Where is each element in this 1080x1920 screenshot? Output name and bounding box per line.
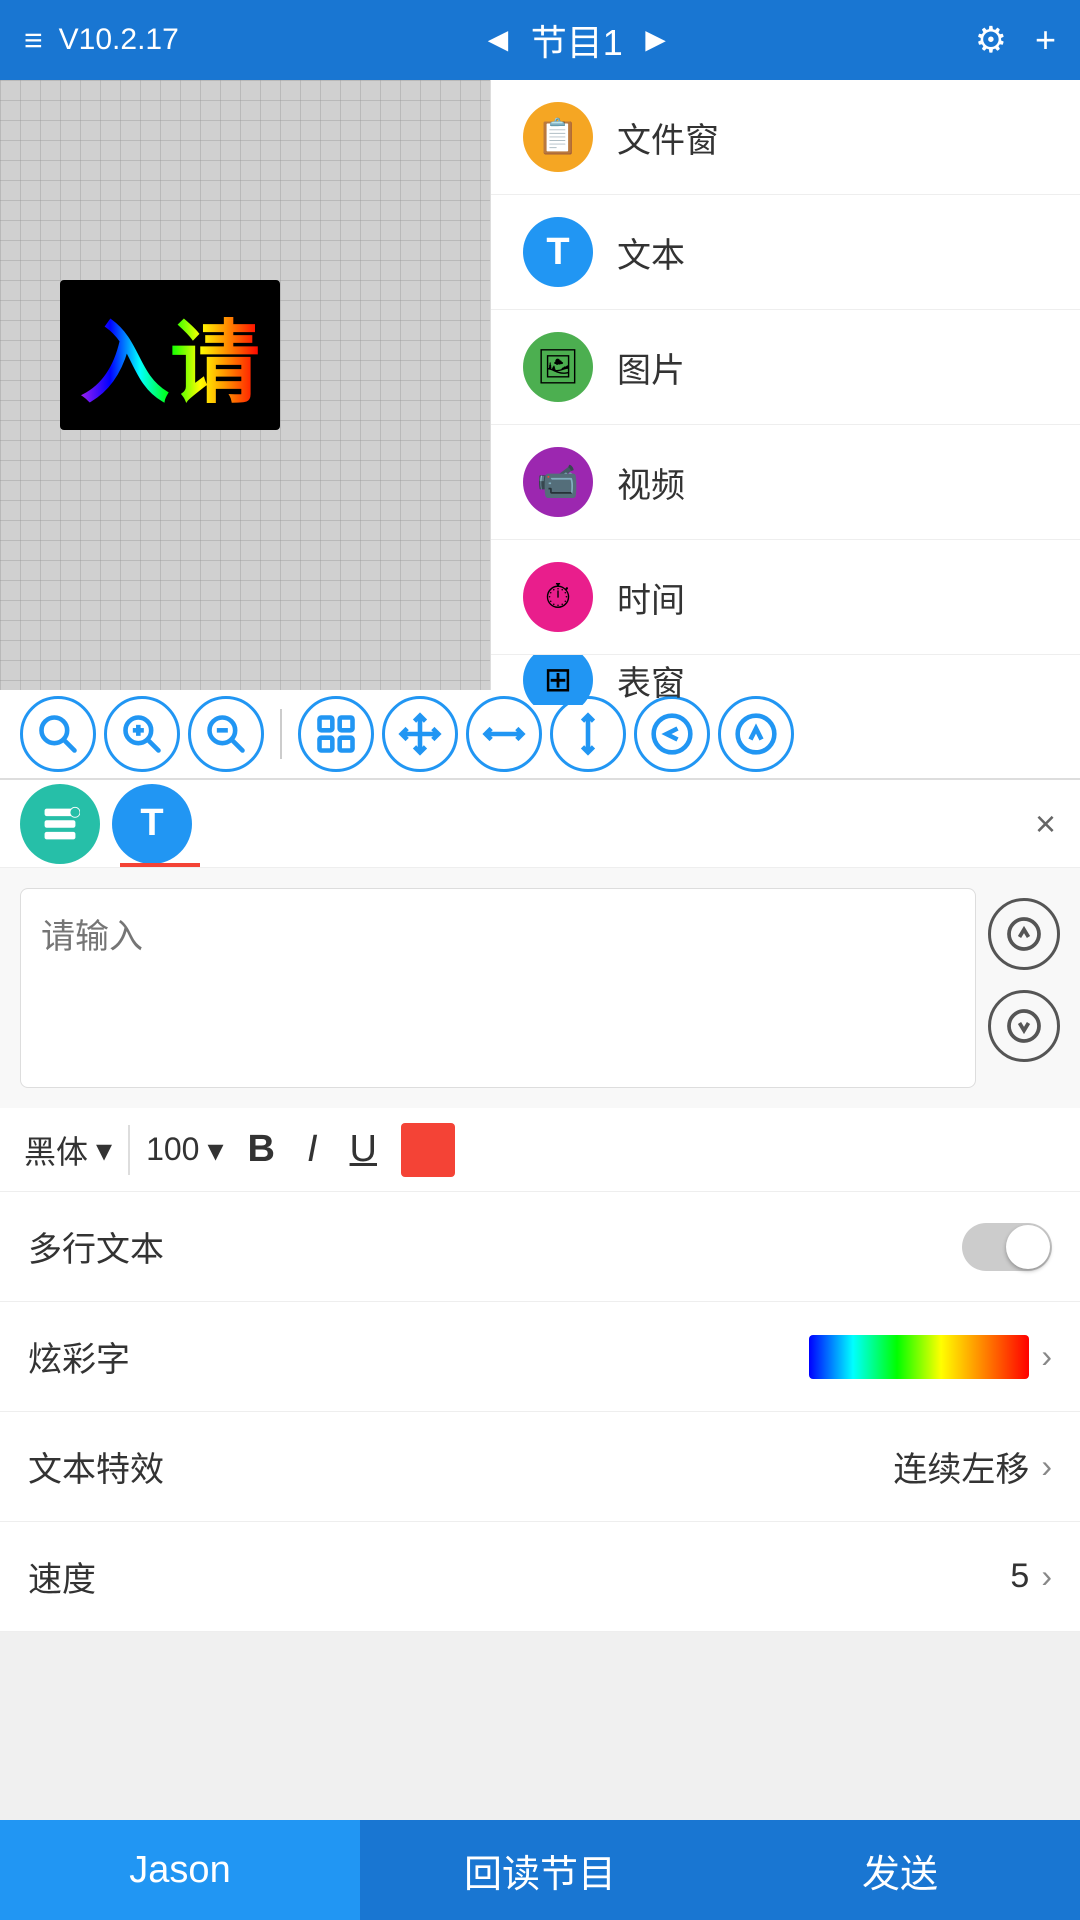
font-family-select[interactable]: 黑体 ▾ bbox=[24, 1127, 112, 1173]
underline-button[interactable]: U bbox=[342, 1128, 385, 1171]
move-horizontal-button[interactable] bbox=[466, 696, 542, 772]
menu-item-image[interactable]: 🖼 图片 bbox=[491, 310, 1080, 425]
rainbow-preview bbox=[809, 1335, 1029, 1379]
font-size-select[interactable]: 100 ▾ bbox=[146, 1131, 223, 1169]
time-menu-icon: ⏱ bbox=[523, 562, 593, 632]
back-button[interactable] bbox=[634, 696, 710, 772]
font-divider-1 bbox=[128, 1125, 130, 1175]
font-size-dropdown-icon: ▾ bbox=[207, 1131, 223, 1169]
scroll-up-button[interactable] bbox=[988, 898, 1060, 970]
font-size-label: 100 bbox=[146, 1131, 199, 1168]
font-family-label: 黑体 bbox=[24, 1127, 88, 1173]
version-label: V10.2.17 bbox=[59, 23, 179, 57]
nav-next-button[interactable]: ► bbox=[639, 21, 673, 60]
file-window-icon: 📋 bbox=[523, 102, 593, 172]
rainbow-chevron-icon: › bbox=[1041, 1338, 1052, 1375]
settings-icon[interactable]: ⚙ bbox=[975, 19, 1007, 61]
menu-item-file-window[interactable]: 📋 文件窗 bbox=[491, 80, 1080, 195]
multiline-label: 多行文本 bbox=[28, 1222, 164, 1271]
italic-button[interactable]: I bbox=[299, 1128, 326, 1171]
right-dropdown-menu: 📋 文件窗 T 文本 🖼 图片 📹 视频 ⏱ 时间 ⊞ 表窗 bbox=[490, 80, 1080, 690]
menu-item-partial[interactable]: ⊞ 表窗 bbox=[491, 655, 1080, 705]
menu-item-video[interactable]: 📹 视频 bbox=[491, 425, 1080, 540]
rainbow-row[interactable]: 炫彩字 › bbox=[0, 1302, 1080, 1412]
app-header: ≡ V10.2.17 ◄ 节目1 ► ⚙ + bbox=[0, 0, 1080, 80]
text-arrows bbox=[988, 888, 1060, 1062]
toolbar-divider-1 bbox=[280, 709, 282, 759]
menu-label-text: 文本 bbox=[617, 228, 685, 277]
tab-underline bbox=[120, 863, 200, 867]
add-icon[interactable]: + bbox=[1035, 19, 1056, 61]
menu-label-video: 视频 bbox=[617, 458, 685, 507]
menu-item-time[interactable]: ⏱ 时间 bbox=[491, 540, 1080, 655]
speed-value: 5 bbox=[1010, 1557, 1029, 1596]
header-left: ≡ V10.2.17 bbox=[24, 22, 179, 59]
bottom-bar: Jason 回读节目 发送 bbox=[0, 1820, 1080, 1920]
up-button[interactable] bbox=[718, 696, 794, 772]
speed-right: 5 › bbox=[1010, 1557, 1052, 1596]
text-input-field[interactable] bbox=[20, 888, 976, 1088]
canvas-area: 入请 📋 文件窗 T 文本 🖼 图片 📹 视频 ⏱ 时间 ⊞ 表窗 bbox=[0, 80, 1080, 690]
menu-label-time: 时间 bbox=[617, 573, 685, 622]
text-preview-box: 入请 bbox=[60, 280, 280, 430]
font-toolbar: 黑体 ▾ 100 ▾ B I U bbox=[0, 1108, 1080, 1192]
header-right: ⚙ + bbox=[975, 19, 1056, 61]
reload-button[interactable]: 回读节目 bbox=[360, 1820, 720, 1920]
menu-label-image: 图片 bbox=[617, 343, 685, 392]
toggle-knob bbox=[1006, 1225, 1050, 1269]
program-title: 节目1 bbox=[531, 14, 623, 66]
image-menu-icon: 🖼 bbox=[523, 332, 593, 402]
hamburger-icon[interactable]: ≡ bbox=[24, 22, 43, 59]
zoom-out-button[interactable] bbox=[188, 696, 264, 772]
jason-label: Jason bbox=[129, 1849, 230, 1892]
rainbow-label: 炫彩字 bbox=[28, 1332, 130, 1381]
tabs-row: T × bbox=[0, 780, 1080, 868]
menu-label-partial: 表窗 bbox=[617, 656, 685, 705]
tab-properties[interactable] bbox=[20, 784, 100, 864]
font-family-dropdown-icon: ▾ bbox=[96, 1131, 112, 1169]
jason-button[interactable]: Jason bbox=[0, 1820, 360, 1920]
text-menu-icon: T bbox=[523, 217, 593, 287]
zoom-in-button[interactable] bbox=[104, 696, 180, 772]
speed-chevron-icon: › bbox=[1041, 1558, 1052, 1595]
settings-section: 多行文本 炫彩字 › 文本特效 连续左移 › 速度 5 › bbox=[0, 1192, 1080, 1632]
grid-canvas[interactable]: 入请 bbox=[0, 80, 490, 690]
menu-label-file-window: 文件窗 bbox=[617, 113, 719, 162]
partial-menu-icon: ⊞ bbox=[523, 655, 593, 705]
preview-text: 入请 bbox=[80, 314, 260, 414]
scroll-down-button[interactable] bbox=[988, 990, 1060, 1062]
rainbow-right: › bbox=[809, 1335, 1052, 1379]
text-input-panel bbox=[0, 868, 1080, 1108]
search-button[interactable] bbox=[20, 696, 96, 772]
speed-label: 速度 bbox=[28, 1552, 96, 1601]
text-effect-label: 文本特效 bbox=[28, 1442, 164, 1491]
text-effect-chevron-icon: › bbox=[1041, 1448, 1052, 1485]
send-button[interactable]: 发送 bbox=[720, 1820, 1080, 1920]
text-effect-right: 连续左移 › bbox=[893, 1442, 1052, 1491]
header-center: ◄ 节目1 ► bbox=[481, 14, 672, 66]
bold-button[interactable]: B bbox=[240, 1128, 283, 1171]
move-all-button[interactable] bbox=[382, 696, 458, 772]
video-menu-icon: 📹 bbox=[523, 447, 593, 517]
text-input-row bbox=[20, 888, 1060, 1088]
grid-button[interactable] bbox=[298, 696, 374, 772]
text-effect-value: 连续左移 bbox=[893, 1442, 1029, 1491]
close-panel-button[interactable]: × bbox=[1035, 803, 1056, 845]
text-effect-row[interactable]: 文本特效 连续左移 › bbox=[0, 1412, 1080, 1522]
speed-row[interactable]: 速度 5 › bbox=[0, 1522, 1080, 1632]
tab-text-icon: T bbox=[140, 802, 163, 845]
move-vertical-button[interactable] bbox=[550, 696, 626, 772]
reload-label: 回读节目 bbox=[464, 1843, 616, 1898]
color-picker-button[interactable] bbox=[401, 1123, 455, 1177]
multiline-toggle[interactable] bbox=[962, 1223, 1052, 1271]
multiline-row: 多行文本 bbox=[0, 1192, 1080, 1302]
nav-prev-button[interactable]: ◄ bbox=[481, 21, 515, 60]
tab-text-edit[interactable]: T bbox=[112, 784, 192, 864]
menu-item-text[interactable]: T 文本 bbox=[491, 195, 1080, 310]
send-label: 发送 bbox=[862, 1843, 938, 1898]
